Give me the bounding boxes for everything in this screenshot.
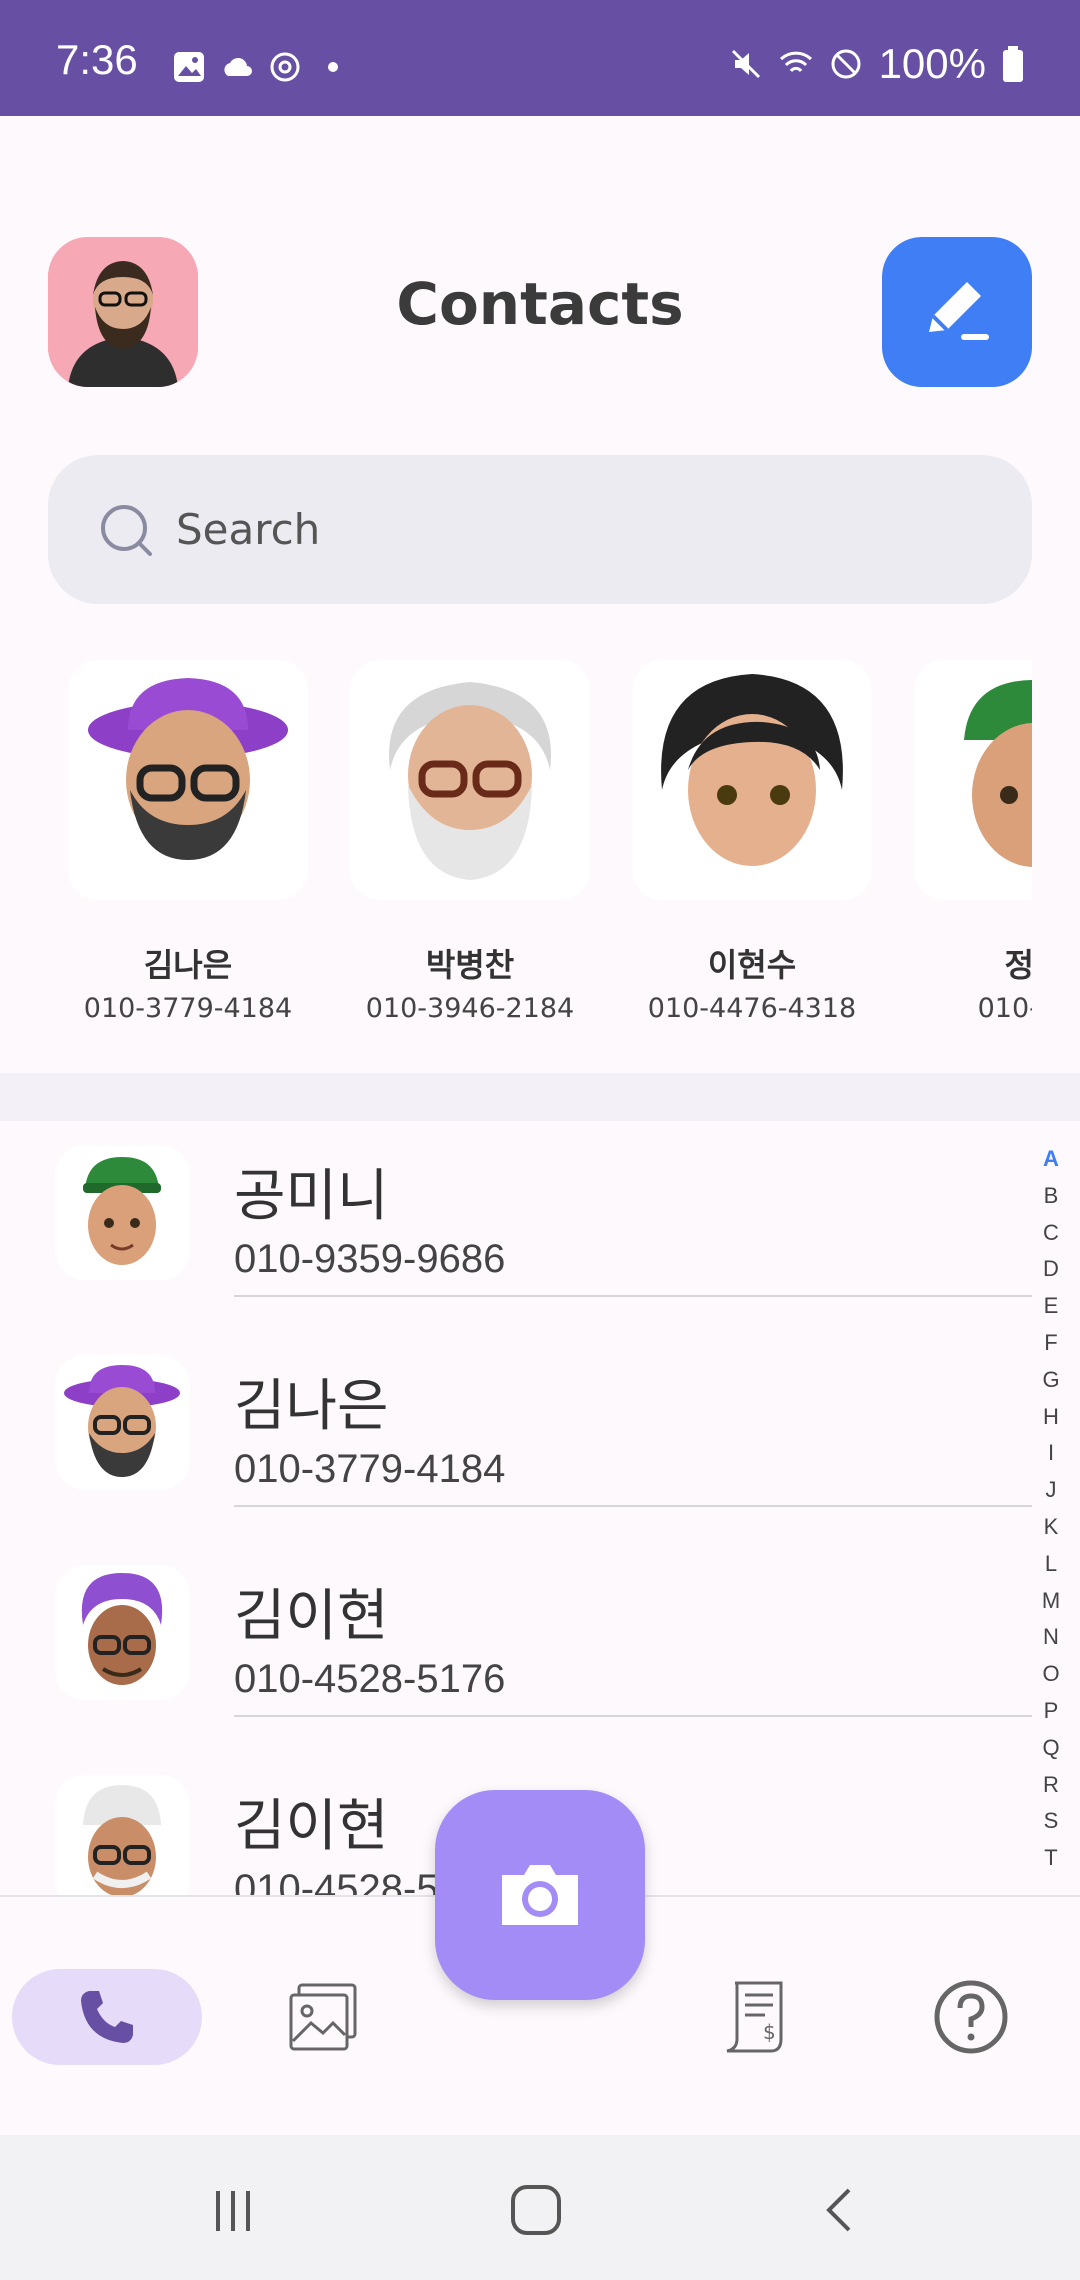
edit-icon — [929, 282, 989, 340]
alphabet-index[interactable]: A B C D E F G H I J K L M N O P Q R S T — [1036, 1141, 1066, 1877]
mute-icon — [731, 49, 760, 79]
favorite-phone: 010-3779-4184 — [83, 993, 293, 1024]
contact-name: 김나은 — [234, 1374, 389, 1439]
favorite-name: 정상 — [1004, 946, 1032, 984]
index-letter[interactable]: G — [1036, 1362, 1066, 1399]
index-letter[interactable]: D — [1036, 1251, 1066, 1288]
memoji-avatar — [632, 660, 872, 900]
phone-icon — [81, 1991, 133, 2043]
battery-icon — [1003, 46, 1023, 82]
home-button[interactable] — [486, 2175, 586, 2245]
contact-name: 김이현 — [234, 1584, 389, 1649]
contact-phone: 010-3779-4184 — [234, 1447, 506, 1491]
memoji-avatar — [350, 660, 590, 900]
index-letter[interactable]: S — [1036, 1803, 1066, 1840]
status-time: 7:36 — [56, 36, 138, 83]
favorite-card[interactable]: 김나은 010-3779-4184 — [48, 650, 328, 1050]
index-letter[interactable]: L — [1036, 1546, 1066, 1583]
favorite-card[interactable]: 정상 010-496 — [894, 650, 1032, 1050]
memoji-avatar — [914, 660, 1032, 900]
index-letter[interactable]: C — [1036, 1215, 1066, 1252]
cloud-icon — [224, 58, 252, 76]
favorite-phone: 010-496 — [977, 993, 1032, 1024]
contact-phone: 010-4528-5176 — [234, 1657, 506, 1701]
index-letter[interactable]: N — [1036, 1619, 1066, 1656]
favorite-phone: 010-3946-2184 — [365, 993, 575, 1024]
camera-button[interactable] — [435, 1790, 645, 2000]
index-letter[interactable]: Q — [1036, 1730, 1066, 1767]
favorite-phone: 010-4476-4318 — [647, 993, 857, 1024]
contact-name: 김이현 — [234, 1794, 389, 1859]
status-bar: 7:36 100% — [0, 0, 1080, 116]
favorite-card[interactable]: 이현수 010-4476-4318 — [612, 650, 892, 1050]
index-letter[interactable]: I — [1036, 1435, 1066, 1472]
index-letter[interactable]: T — [1036, 1840, 1066, 1877]
index-letter[interactable]: O — [1036, 1656, 1066, 1693]
receipt-icon: $ — [726, 1981, 783, 2053]
index-letter[interactable]: P — [1036, 1693, 1066, 1730]
index-letter[interactable]: H — [1036, 1399, 1066, 1436]
row-divider — [234, 1505, 1032, 1507]
nav-receipts[interactable]: $ — [660, 1969, 850, 2065]
favorite-name: 김나은 — [143, 946, 233, 984]
memoji-avatar — [55, 1355, 190, 1490]
image-icon — [174, 52, 204, 82]
recents-button[interactable] — [183, 2175, 283, 2245]
contact-list[interactable]: 공미니 010-9359-9686 김나은 010-3779-4184 김이현 … — [0, 1121, 1080, 1896]
help-icon — [934, 1980, 1008, 2054]
memoji-avatar — [68, 660, 308, 900]
index-letter[interactable]: M — [1036, 1583, 1066, 1620]
list-item[interactable]: 김이현 010-4528-5176 — [0, 1541, 1032, 1751]
favorite-name: 이현수 — [707, 946, 797, 984]
index-letter[interactable]: E — [1036, 1288, 1066, 1325]
index-letter[interactable]: K — [1036, 1509, 1066, 1546]
index-letter[interactable]: R — [1036, 1767, 1066, 1804]
index-letter[interactable]: A — [1036, 1141, 1066, 1178]
edit-button[interactable] — [882, 237, 1032, 387]
back-icon — [826, 2188, 851, 2232]
section-divider — [0, 1073, 1080, 1121]
blocked-icon — [831, 49, 861, 79]
recents-icon — [216, 2191, 250, 2231]
nav-gallery[interactable] — [228, 1969, 418, 2065]
favorite-name: 박병찬 — [425, 946, 515, 984]
search-input[interactable] — [174, 504, 978, 555]
index-letter[interactable]: B — [1036, 1178, 1066, 1215]
memoji-avatar — [55, 1145, 190, 1280]
home-icon — [511, 2185, 561, 2235]
memoji-avatar — [55, 1565, 190, 1700]
contact-phone: 010-4528-5 — [234, 1867, 439, 1896]
index-letter[interactable]: F — [1036, 1325, 1066, 1362]
search-bar[interactable] — [48, 455, 1032, 604]
nav-contacts[interactable] — [12, 1969, 202, 2065]
contact-name: 공미니 — [234, 1164, 389, 1229]
dot-icon — [328, 62, 338, 72]
sync-icon — [270, 52, 300, 82]
battery-percent: 100% — [878, 40, 986, 87]
list-item[interactable]: 공미니 010-9359-9686 — [0, 1121, 1032, 1331]
wifi-icon — [779, 51, 812, 73]
gallery-icon — [289, 1983, 357, 2051]
favorite-card[interactable]: 박병찬 010-3946-2184 — [330, 650, 610, 1050]
favorites-carousel[interactable]: 김나은 010-3779-4184 박병찬 010-3946-2184 이현수 … — [48, 650, 1032, 1050]
search-icon — [101, 504, 152, 556]
system-navigation — [0, 2135, 1080, 2280]
back-button[interactable] — [790, 2175, 890, 2245]
row-divider — [234, 1715, 1032, 1717]
nav-help[interactable] — [876, 1969, 1066, 2065]
list-item[interactable]: 김나은 010-3779-4184 — [0, 1331, 1032, 1541]
memoji-avatar — [55, 1775, 190, 1896]
svg-text:$: $ — [763, 2020, 776, 2044]
contact-phone: 010-9359-9686 — [234, 1237, 506, 1281]
camera-icon — [502, 1865, 578, 1925]
row-divider — [234, 1295, 1032, 1297]
index-letter[interactable]: J — [1036, 1472, 1066, 1509]
